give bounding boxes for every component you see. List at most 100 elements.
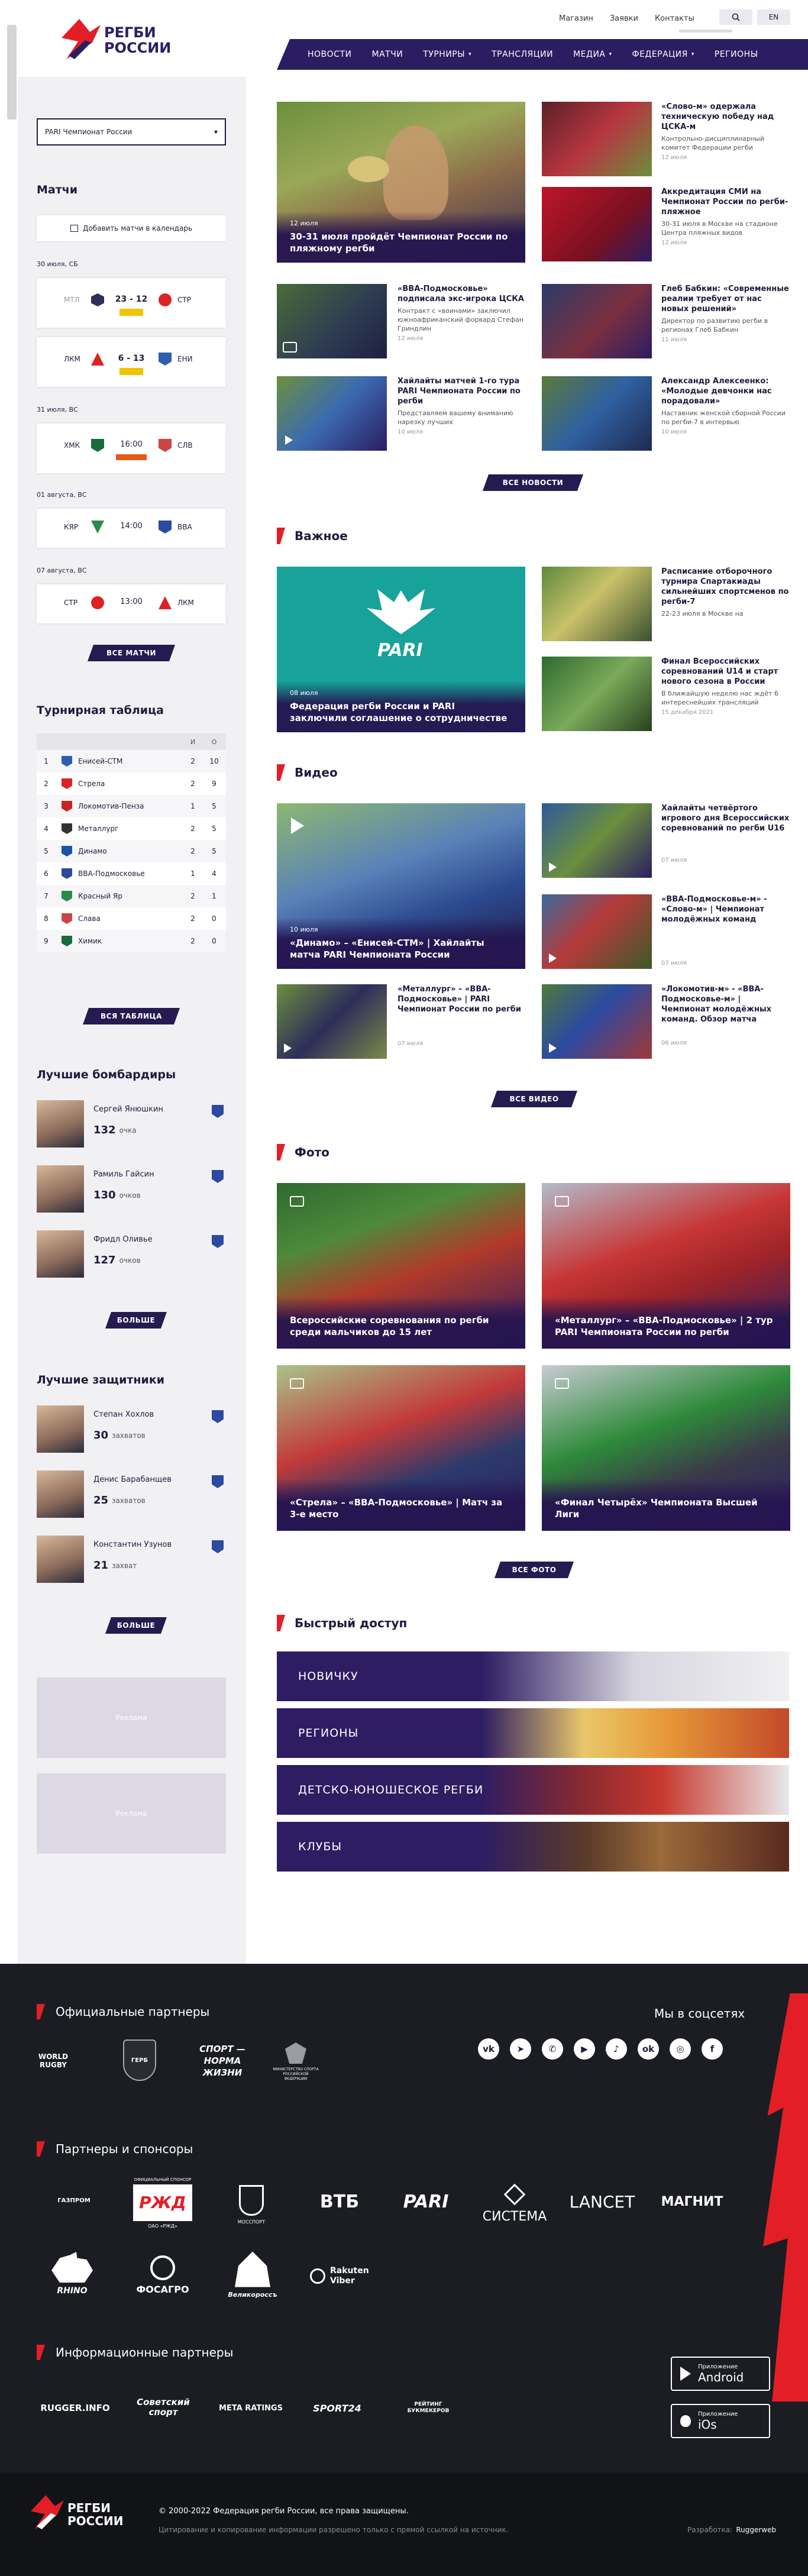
all-news-button[interactable]: ВСЕ НОВОСТИ [483, 474, 583, 491]
nav-regions[interactable]: РЕГИОНЫ [715, 50, 758, 59]
sponsor-magnit[interactable]: МАГНИТ [657, 2190, 728, 2213]
sponsor-gazprom[interactable]: ГАЗПРОМ [47, 2189, 101, 2212]
news-thumb[interactable] [542, 187, 652, 261]
partner-sport-norm[interactable]: СПОРТ — НОРМА ЖИЗНИ [187, 2042, 258, 2080]
news-item[interactable]: Хайлайты матчей 1-го тура PARI Чемпионат… [397, 376, 526, 435]
nav-federation[interactable]: ФЕДЕРАЦИЯ ▾ [632, 50, 694, 59]
video-item[interactable]: Хайлайты четвёртого игрового дня Всеросс… [661, 803, 790, 864]
photo-card[interactable]: Всероссийские соревнования по регби сред… [277, 1183, 525, 1349]
video-item[interactable]: «ВВА-Подмосковье-м» - «Слово-м» | Чемпио… [661, 894, 790, 967]
news-thumb[interactable] [277, 376, 387, 451]
instagram-icon[interactable]: ◎ [670, 2038, 691, 2060]
leader-card[interactable]: Степан Хохлов 30 захватов [37, 1405, 226, 1456]
top-link-contacts[interactable]: Контакты [655, 14, 694, 23]
vk-icon[interactable]: vk [478, 2038, 499, 2060]
nav-matches[interactable]: МАТЧИ [371, 50, 403, 59]
sponsor-lancet[interactable]: LANCET [567, 2190, 638, 2213]
video-item[interactable]: «Металлург» – «ВВА-Подмосковье» | PARI Ч… [397, 984, 526, 1047]
important-item[interactable]: Финал Всероссийских соревнований U14 и с… [661, 657, 790, 716]
sponsor-sistema[interactable]: СИСТЕМА [479, 2183, 550, 2228]
youtube-icon[interactable]: ▶ [574, 2038, 595, 2060]
quick-link-clubs[interactable]: КЛУБЫ [277, 1822, 789, 1872]
add-calendar-button[interactable]: Добавить матчи в календарь [37, 215, 226, 241]
all-videos-button[interactable]: ВСЕ ВИДЕО [491, 1091, 577, 1107]
ad-banner[interactable]: Реклама [37, 1678, 226, 1758]
leader-card[interactable]: Рамиль Гайсин 130 очков [37, 1165, 226, 1216]
news-item[interactable]: «Слово-м» одержала техническую победу на… [661, 102, 790, 161]
important-main-card[interactable]: PARI 08 июля Федерация регби России и PA… [277, 567, 525, 732]
sponsor-rhino[interactable]: RHINO [44, 2248, 101, 2300]
news-main-card[interactable]: 12 июля 30-31 июля пройдёт Чемпионат Рос… [277, 102, 525, 263]
quick-link-youth[interactable]: ДЕТСКО-ЮНОШЕСКОЕ РЕГБИ [277, 1765, 789, 1815]
important-item[interactable]: Расписание отборочного турнира Спартакиа… [661, 567, 790, 618]
photo-card[interactable]: «Финал Четырёх» Чемпионата Высшей Лиги [542, 1365, 790, 1531]
scorers-more-button[interactable]: БОЛЬШЕ [105, 1312, 167, 1329]
telegram-icon[interactable]: ➤ [510, 2038, 531, 2060]
video-thumb[interactable] [542, 803, 652, 878]
photo-card[interactable]: «Стрела» – «ВВА-Подмосковье» | Матч за 3… [277, 1365, 525, 1531]
match-card[interactable]: СТР 13:00 ЛКМ [37, 584, 226, 623]
info-sport24[interactable]: SPORT24 [302, 2399, 373, 2417]
info-metaratings[interactable]: META RATINGS [216, 2399, 285, 2417]
standings-row[interactable]: 7 Красный Яр 2 1 [37, 885, 226, 907]
match-card[interactable]: ХМК 16:00 СЛВ [37, 424, 226, 473]
important-thumb[interactable] [542, 657, 652, 731]
sponsor-phosagro[interactable]: ФОСАГРО [130, 2251, 195, 2299]
nav-news[interactable]: НОВОСТИ [308, 50, 351, 59]
site-logo[interactable]: РЕГБИ РОССИИ [62, 18, 209, 65]
sponsor-vtb[interactable]: ВТБ [304, 2190, 375, 2213]
developer-link[interactable]: Ruggerweb [736, 2526, 776, 2534]
video-item[interactable]: «Локомотив-м» - «ВВА-Подмосковье-м» | Че… [661, 984, 790, 1046]
video-thumb[interactable] [277, 984, 387, 1059]
leader-card[interactable]: Денис Барабанщев 25 захватов [37, 1470, 226, 1521]
video-thumb[interactable] [542, 984, 652, 1059]
sponsor-mossport[interactable]: МОССПОРТ [231, 2178, 272, 2231]
leader-card[interactable]: Фридл Оливье 127 очков [37, 1230, 226, 1281]
ios-app-button[interactable]: Приложение iOs [671, 2404, 770, 2438]
defenders-more-button[interactable]: БОЛЬШЕ [105, 1617, 167, 1634]
scrollbar-thumb[interactable] [7, 25, 17, 119]
info-sovsport[interactable]: Советский спорт [127, 2394, 200, 2420]
nav-broadcasts[interactable]: ТРАНСЛЯЦИИ [492, 50, 553, 59]
search-button[interactable] [719, 9, 752, 25]
news-item[interactable]: «ВВА-Подмосковье» подписала экс-игрока Ц… [397, 284, 526, 342]
match-card[interactable]: МТЛ 23 - 12 СТР [37, 278, 226, 328]
match-card[interactable]: КЯР 14:00 ВВА [37, 509, 226, 548]
video-main-card[interactable]: 10 июля «Динамо» – «Енисей-СТМ» | Хайлай… [277, 803, 525, 969]
facebook-icon[interactable]: f [702, 2038, 723, 2060]
standings-row[interactable]: 1 Енисей-СТМ 2 10 [37, 750, 226, 773]
leader-card[interactable]: Константин Узунов 21 захват [37, 1536, 226, 1586]
news-thumb[interactable] [542, 102, 652, 176]
partner-emblem[interactable]: ГЕРБ [123, 2040, 156, 2081]
standings-row[interactable]: 9 Химик 2 0 [37, 930, 226, 952]
quick-link-newcomer[interactable]: НОВИЧКУ [277, 1651, 789, 1701]
info-rb[interactable]: РЕЙТИНГ БУКМЕКЕРОВ [393, 2399, 464, 2417]
standings-row[interactable]: 5 Динамо 2 5 [37, 840, 226, 862]
photo-card[interactable]: «Металлург» – «ВВА-Подмосковье» | 2 тур … [542, 1183, 790, 1349]
partner-minsport[interactable]: МИНИСТЕРСТВО СПОРТА РОССИЙСКОЙ ФЕДЕРАЦИИ [272, 2037, 319, 2087]
lang-switch[interactable]: EN [757, 9, 790, 25]
news-item[interactable]: Аккредитация СМИ на Чемпионат России по … [661, 187, 790, 246]
info-rugger[interactable]: RUGGER.INFO [37, 2399, 114, 2417]
news-item[interactable]: Александр Алексеенко: «Молодые девчонки … [661, 376, 790, 435]
sponsor-velikoross[interactable]: Великороссъ [220, 2248, 285, 2302]
partner-world-rugby[interactable]: WORLD RUGBY [37, 2044, 70, 2077]
important-thumb[interactable] [542, 567, 652, 641]
nav-media[interactable]: МЕДИА ▾ [573, 50, 612, 59]
news-item[interactable]: Глеб Бабкин: «Современные реалии требует… [661, 284, 790, 343]
video-thumb[interactable] [542, 894, 652, 969]
ad-banner[interactable]: Реклама [37, 1773, 226, 1854]
all-matches-button[interactable]: ВСЕ МАТЧИ [88, 645, 175, 661]
standings-row[interactable]: 2 Стрела 2 9 [37, 773, 226, 795]
standings-row[interactable]: 4 Металлург 2 5 [37, 817, 226, 840]
top-link-applications[interactable]: Заявки [610, 14, 638, 23]
footer-logo[interactable]: РЕГБИ РОССИИ [31, 2495, 149, 2536]
news-thumb[interactable] [542, 376, 652, 451]
leader-card[interactable]: Сергей Янюшкин 132 очка [37, 1100, 226, 1151]
match-card[interactable]: ЛКМ 6 - 13 ЕНИ [37, 337, 226, 387]
tiktok-icon[interactable]: ♪ [606, 2038, 627, 2060]
all-table-button[interactable]: ВСЯ ТАБЛИЦА [83, 1008, 180, 1024]
sponsor-rzd[interactable]: ОФИЦИАЛЬНЫЙ СПОНСОР РЖД ОАО «РЖД» [130, 2174, 195, 2231]
android-app-button[interactable]: Приложение Android [671, 2357, 770, 2391]
standings-row[interactable]: 3 Локомотив-Пенза 1 5 [37, 795, 226, 817]
